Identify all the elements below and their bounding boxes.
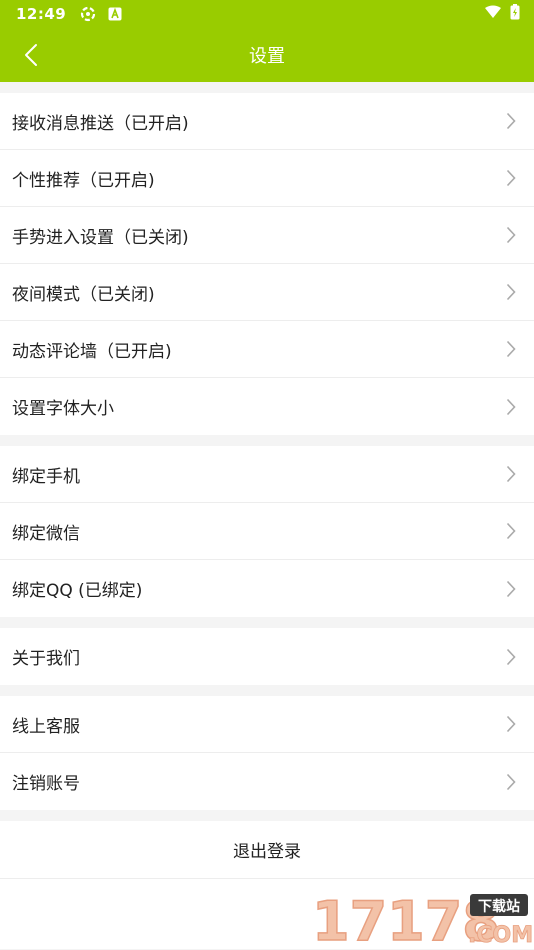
- setting-label: 线上客服: [12, 716, 80, 737]
- setting-row-bind-wechat[interactable]: 绑定微信: [0, 503, 534, 560]
- setting-row-night-mode[interactable]: 夜间模式（已关闭): [0, 264, 534, 321]
- chevron-right-icon: [504, 339, 518, 359]
- setting-row-customer-service[interactable]: 线上客服: [0, 696, 534, 753]
- setting-label: 绑定手机: [12, 466, 80, 487]
- setting-label: 动态评论墙（已开启): [12, 341, 172, 362]
- chevron-right-icon: [504, 772, 518, 792]
- chevron-right-icon: [504, 282, 518, 302]
- setting-row-push[interactable]: 接收消息推送（已开启): [0, 93, 534, 150]
- chevron-right-icon: [504, 111, 518, 131]
- settings-group-about: 关于我们: [0, 628, 534, 685]
- battery-icon: [510, 4, 520, 24]
- settings-gear-icon: [80, 6, 96, 22]
- back-button[interactable]: [14, 28, 48, 82]
- chevron-right-icon: [504, 168, 518, 188]
- setting-row-delete-account[interactable]: 注销账号: [0, 753, 534, 810]
- setting-row-recommend[interactable]: 个性推荐（已开启): [0, 150, 534, 207]
- wifi-icon: [484, 5, 502, 23]
- chevron-right-icon: [504, 464, 518, 484]
- setting-row-comment-wall[interactable]: 动态评论墙（已开启): [0, 321, 534, 378]
- setting-row-about-us[interactable]: 关于我们: [0, 628, 534, 685]
- status-bar: 12:49: [0, 0, 534, 28]
- settings-content: 接收消息推送（已开启) 个性推荐（已开启) 手势进入设置（已关闭) 夜间模式（已…: [0, 82, 534, 949]
- setting-row-bind-qq[interactable]: 绑定QQ (已绑定): [0, 560, 534, 617]
- chevron-right-icon: [504, 397, 518, 417]
- page-title: 设置: [249, 46, 285, 67]
- watermark-badge: 下载站: [478, 898, 520, 915]
- setting-label: 接收消息推送（已开启): [12, 113, 189, 134]
- settings-group-preferences: 接收消息推送（已开启) 个性推荐（已开启) 手势进入设置（已关闭) 夜间模式（已…: [0, 93, 534, 435]
- settings-group-binding: 绑定手机 绑定微信 绑定QQ (已绑定): [0, 446, 534, 617]
- watermark-logo: 17178 下载站 .COM: [302, 888, 533, 950]
- setting-label: 绑定QQ (已绑定): [12, 581, 143, 601]
- setting-row-font-size[interactable]: 设置字体大小: [0, 378, 534, 435]
- chevron-right-icon: [504, 579, 518, 599]
- chevron-right-icon: [504, 714, 518, 734]
- setting-row-gesture[interactable]: 手势进入设置（已关闭): [0, 207, 534, 264]
- setting-row-bind-phone[interactable]: 绑定手机: [0, 446, 534, 503]
- status-right-icons: [484, 4, 520, 24]
- chevron-left-icon: [25, 44, 37, 66]
- settings-group-account: 线上客服 注销账号: [0, 696, 534, 810]
- setting-label: 设置字体大小: [12, 399, 114, 419]
- setting-label: 手势进入设置（已关闭): [12, 227, 189, 248]
- setting-label: 夜间模式（已关闭): [12, 284, 155, 305]
- chevron-right-icon: [504, 225, 518, 245]
- app-a-icon: [108, 7, 122, 21]
- logout-label: 退出登录: [233, 842, 301, 862]
- chevron-right-icon: [504, 521, 518, 541]
- status-time: 12:49: [16, 5, 67, 23]
- logout-button[interactable]: 退出登录: [0, 821, 534, 879]
- setting-label: 绑定微信: [12, 523, 80, 544]
- nav-bar: 设置: [0, 28, 534, 82]
- setting-label: 个性推荐（已开启): [12, 170, 155, 191]
- setting-label: 注销账号: [12, 774, 80, 794]
- setting-label: 关于我们: [12, 649, 80, 669]
- watermark-suffix: .COM: [468, 923, 532, 948]
- chevron-right-icon: [504, 647, 518, 667]
